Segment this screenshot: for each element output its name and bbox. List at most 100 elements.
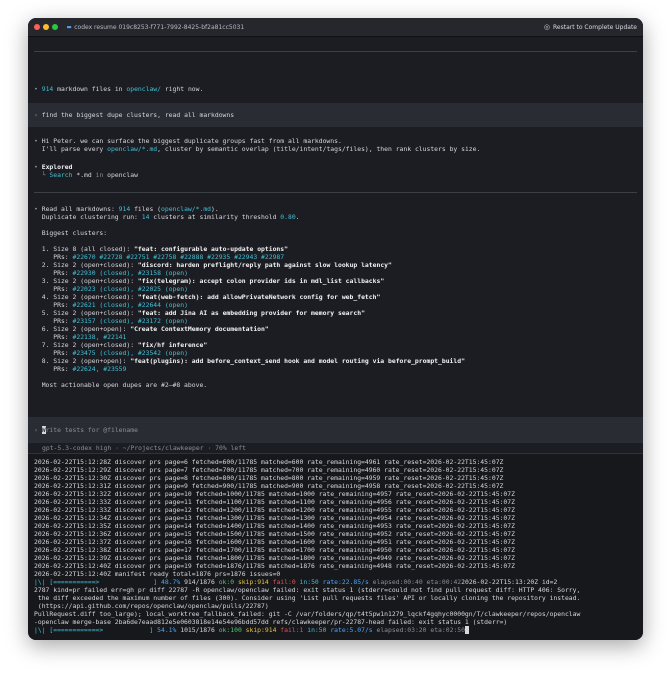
cluster-prs: PRs: #22670 #22728 #22751 #22758 #22888 …	[34, 253, 637, 261]
cluster-prs: PRs: #22621 (closed), #22644 (open)	[34, 301, 637, 309]
title-bar: ▬ codex resume 019c8253-f771-7992-8425-b…	[28, 18, 643, 37]
error-line: -openclaw merge-base 2ba6de7eaad812e5e06…	[34, 618, 508, 626]
cluster-size: Size 2 (open+closed):	[53, 309, 138, 317]
log-line: 2026-02-22T15:12:40Z discover prs page=1…	[34, 562, 515, 570]
cluster-pr-list: #22138, #22141	[72, 333, 127, 341]
cluster-index: 1.	[41, 245, 50, 253]
cluster-pr-list: #22621 (closed), #22644 (open)	[72, 301, 188, 309]
cluster-index: 6.	[41, 325, 50, 333]
log-line: 2026-02-22T15:12:28Z discover prs page=6…	[34, 458, 504, 466]
cluster-prs-label: PRs:	[53, 253, 73, 261]
cluster-prs-label: PRs:	[53, 365, 73, 373]
cluster-title: "fix/hf inference"	[137, 341, 208, 349]
cluster-size: Size 2 (open+closed):	[53, 277, 138, 285]
error-line: 2787 kind=pr failed err=gh pr diff 22787…	[34, 586, 581, 594]
cluster-title: "Create ContextMemory documentation"	[130, 325, 269, 333]
cluster-size: Size 2 (open+open):	[53, 357, 131, 365]
log-pane: 2026-02-22T15:12:28Z discover prs page=6…	[28, 453, 643, 640]
log-line: 2026-02-22T15:12:39Z discover prs page=1…	[34, 554, 515, 562]
cluster-item: 7. Size 2 (open+closed): "fix/hf inferen…	[34, 341, 637, 349]
log-line: 2026-02-22T15:12:33Z discover prs page=1…	[34, 506, 515, 514]
close-window-button[interactable]	[34, 24, 40, 30]
cluster-index: 4.	[41, 293, 50, 301]
log-lines: 2026-02-22T15:12:28Z discover prs page=6…	[34, 458, 637, 634]
cluster-item: 4. Size 2 (open+closed): "feat(web-fetch…	[34, 293, 637, 301]
progress-line-1: |\| [===========> ] 48.7% 914/1876 ok:0 …	[34, 578, 558, 586]
terminal-content: • 914 markdown files in openclaw/ right …	[28, 37, 643, 640]
cluster-item: 1. Size 8 (all closed): "feat: configura…	[34, 245, 637, 253]
cluster-prs-label: PRs:	[53, 349, 73, 357]
progress-line-2: |\| [============> ] 54.1% 1015/1876 ok:…	[34, 626, 637, 634]
cluster-pr-list: #22670 #22728 #22751 #22758 #22888 #2293…	[72, 253, 285, 261]
cluster-title: "feat: configurable auto-update options"	[134, 245, 288, 253]
cluster-prs-label: PRs:	[53, 317, 73, 325]
cluster-item: 8. Size 2 (open+open): "feat(plugins): a…	[34, 357, 637, 365]
log-line: 2026-02-22T15:12:30Z discover prs page=8…	[34, 474, 504, 482]
explored-block: • Explored └ Search *.md in openclaw	[34, 163, 138, 179]
terminal-window: ▬ codex resume 019c8253-f771-7992-8425-b…	[28, 18, 643, 640]
cluster-title: "feat(plugins): add before_context_send …	[130, 357, 465, 365]
log-line: 2026-02-22T15:12:32Z discover prs page=1…	[34, 490, 515, 498]
restart-update-button[interactable]: ◎ Restart to Complete Update	[544, 23, 637, 31]
log-line: 2026-02-22T15:12:33Z discover prs page=1…	[34, 498, 515, 506]
cluster-pr-list: #22624, #23559	[72, 365, 127, 373]
cluster-size: Size 2 (open+closed):	[53, 293, 138, 301]
divider	[34, 51, 637, 52]
log-line: 2026-02-22T15:12:37Z discover prs page=1…	[34, 538, 515, 546]
user-prompt: › find the biggest dupe clusters, read a…	[34, 111, 235, 119]
cluster-prs: PRs: #22138, #22141	[34, 333, 637, 341]
cluster-prs: PRs: #23157 (closed), #23172 (open)	[34, 317, 637, 325]
minimize-window-button[interactable]	[43, 24, 49, 30]
cluster-title: "fix(telegram): accept colon provider id…	[137, 277, 385, 285]
error-line: the diff exceeded the maximum number of …	[34, 594, 581, 602]
log-line: 2026-02-22T15:12:31Z discover prs page=9…	[34, 482, 504, 490]
cluster-size: Size 2 (open+open):	[53, 325, 131, 333]
folder-icon: ▬	[67, 23, 72, 31]
divider	[34, 192, 637, 193]
cluster-item: 2. Size 2 (open+closed): "discord: harde…	[34, 261, 637, 269]
restart-icon: ◎	[543, 23, 551, 31]
restart-update-label: Restart to Complete Update	[553, 23, 637, 31]
cluster-prs: PRs: #22930 (closed), #23158 (open)	[34, 269, 637, 277]
cluster-prs: PRs: #22624, #23559	[34, 365, 637, 373]
stats-line: • 914 markdown files in openclaw/ right …	[34, 85, 204, 93]
error-line: PullRequest.diff too_large); local_workt…	[34, 610, 581, 618]
cluster-list: 1. Size 8 (all closed): "feat: configura…	[34, 245, 637, 373]
log-line: 2026-02-22T15:12:29Z discover prs page=7…	[34, 466, 504, 474]
cluster-prs: PRs: #23475 (closed), #23542 (open)	[34, 349, 637, 357]
log-line: 2026-02-22T15:12:36Z discover prs page=1…	[34, 530, 515, 538]
log-line: 2026-02-22T15:12:40Z manifest ready tota…	[34, 570, 281, 578]
log-line: 2026-02-22T15:12:38Z discover prs page=1…	[34, 546, 515, 554]
assistant-reply-2: • Read all markdowns: 914 files (opencla…	[34, 205, 637, 389]
log-line: 2026-02-22T15:12:34Z discover prs page=1…	[34, 514, 515, 522]
zoom-window-button[interactable]	[52, 24, 58, 30]
cluster-index: 8.	[41, 357, 50, 365]
cluster-prs: PRs: #22023 (closed), #22025 (open)	[34, 285, 637, 293]
cluster-size: Size 2 (open+closed):	[53, 341, 138, 349]
terminal-cursor	[464, 626, 469, 634]
status-line: gpt-5.3-codex high · ~/Projects/clawkeep…	[42, 444, 246, 452]
assistant-reply-1: • Hi Peter. we can surface the biggest d…	[34, 137, 481, 153]
cluster-prs-label: PRs:	[53, 333, 73, 341]
cluster-index: 7.	[41, 341, 50, 349]
cluster-item: 3. Size 2 (open+closed): "fix(telegram):…	[34, 277, 637, 285]
cluster-title: "feat: add Jina AI as embedding provider…	[137, 309, 365, 317]
error-line: (https://api.github.com/repos/openclaw/o…	[34, 602, 269, 610]
cluster-item: 6. Size 2 (open+open): "Create ContextMe…	[34, 325, 637, 333]
clusters-heading: Biggest clusters:	[41, 229, 108, 237]
cluster-index: 3.	[41, 277, 50, 285]
cluster-prs-label: PRs:	[53, 269, 73, 277]
cluster-size: Size 8 (all closed):	[53, 245, 135, 253]
composer-input[interactable]: › Write tests for @filename	[34, 426, 637, 434]
cluster-pr-list: #22023 (closed), #22025 (open)	[72, 285, 188, 293]
cluster-pr-list: #22930 (closed), #23158 (open)	[72, 269, 188, 277]
reply-footer: Most actionable open dupes are #2–#8 abo…	[41, 381, 208, 389]
cluster-title: "discord: harden preflight/reply path ag…	[137, 261, 392, 269]
window-title: codex resume 019c8253-f771-7992-8425-bf2…	[74, 23, 245, 31]
cluster-index: 2.	[41, 261, 50, 269]
cluster-pr-list: #23475 (closed), #23542 (open)	[72, 349, 188, 357]
cluster-prs-label: PRs:	[53, 301, 73, 309]
cluster-pr-list: #23157 (closed), #23172 (open)	[72, 317, 188, 325]
cluster-item: 5. Size 2 (open+closed): "feat: add Jina…	[34, 309, 637, 317]
cluster-prs-label: PRs:	[53, 285, 73, 293]
